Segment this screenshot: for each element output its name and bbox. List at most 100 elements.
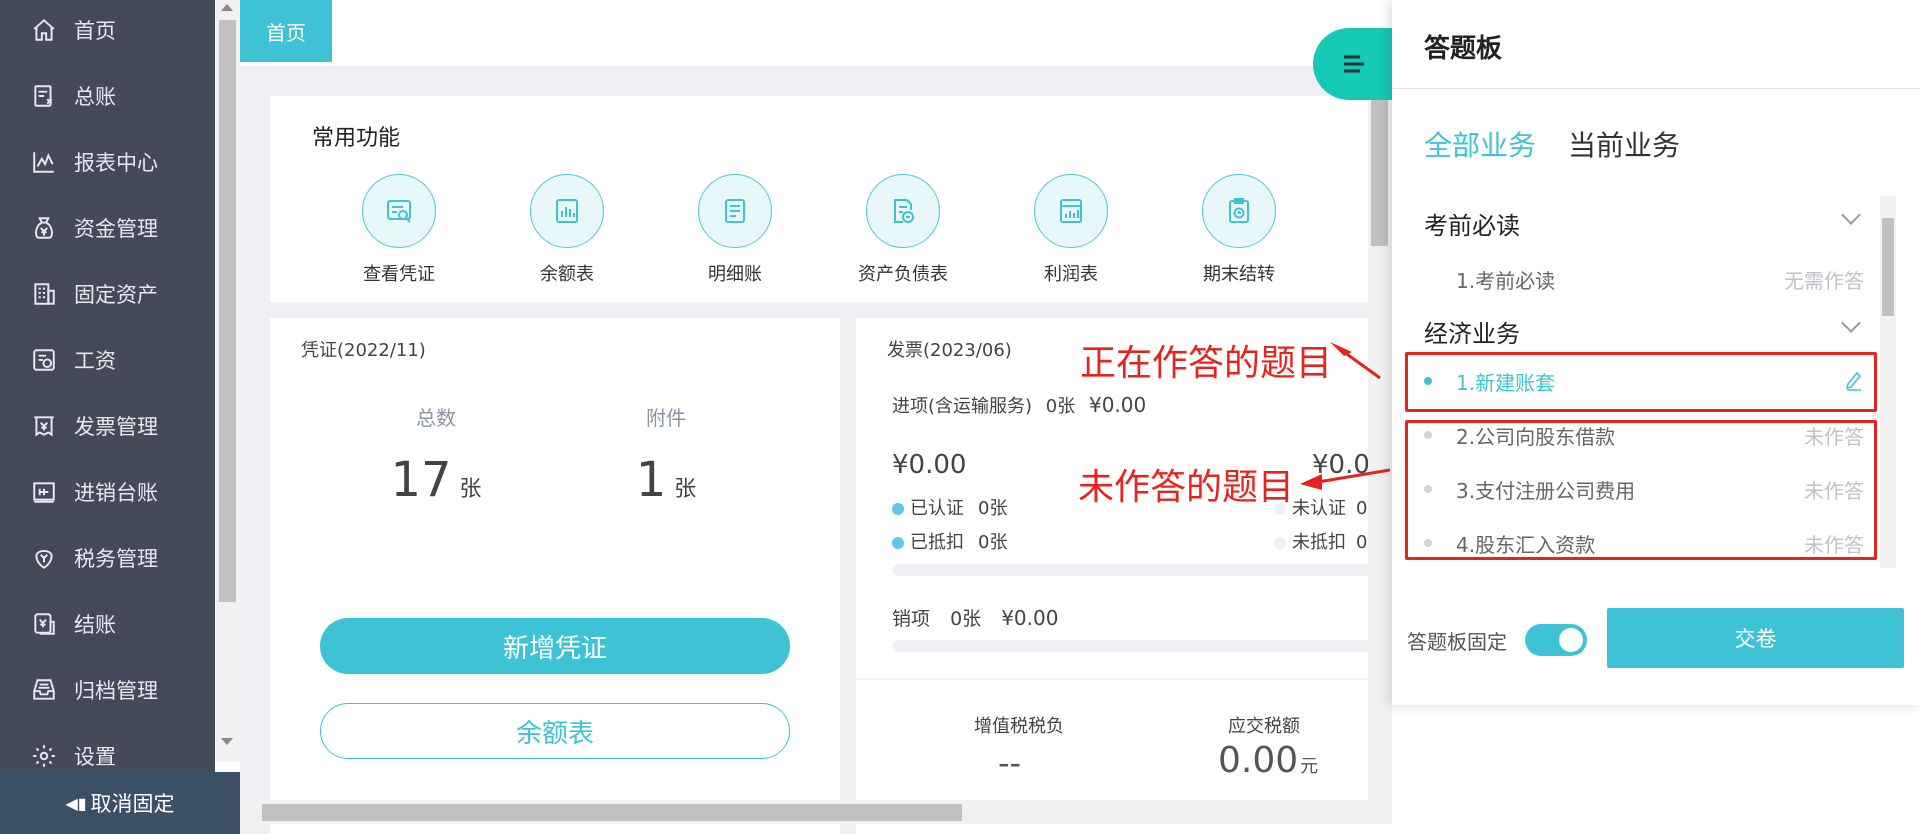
tab-bar: 首页 bbox=[240, 0, 1392, 66]
annotation-box-answering bbox=[1405, 352, 1877, 412]
voucher-card: 凭证(2022/11) 总数 附件 17 张 1张 新增凭证 余额表 bbox=[270, 318, 840, 834]
report-chart-icon bbox=[30, 148, 58, 176]
unpin-sidebar-button[interactable]: ◀▮ 取消固定 bbox=[0, 772, 240, 834]
section-title[interactable]: 考前必读 bbox=[1424, 206, 1520, 241]
chevron-down-icon[interactable] bbox=[1841, 205, 1861, 225]
main-content: 首页 常用功能 查看凭证 余额表 明细账 资产负债表 利润表 期末结转 凭证(2… bbox=[240, 0, 1392, 834]
sidebar-item-home[interactable]: 首页 bbox=[0, 0, 215, 60]
sidebar-item-reports[interactable]: 报表中心 bbox=[0, 132, 215, 192]
sidebar-item-salary[interactable]: 工资 bbox=[0, 330, 215, 390]
voucher-total-unit: 张 bbox=[459, 477, 482, 502]
tab-all-business[interactable]: 全部业务 bbox=[1424, 124, 1536, 164]
output-progress-bar bbox=[892, 640, 1392, 652]
profit-statement-icon bbox=[1034, 174, 1108, 248]
divider bbox=[856, 678, 1392, 680]
undeducted-row: 未抵扣 0 bbox=[1274, 528, 1367, 554]
section-title[interactable]: 经济业务 bbox=[1424, 314, 1520, 349]
voucher-total-value: 17 张 bbox=[356, 452, 516, 508]
sidebar-item-label: 税务管理 bbox=[74, 547, 158, 571]
quick-item-label: 查看凭证 bbox=[363, 264, 435, 285]
pin-panel-toggle[interactable] bbox=[1525, 624, 1587, 656]
sidebar-item-tax[interactable]: 税务管理 bbox=[0, 528, 215, 588]
quick-item-profit-statement[interactable]: 利润表 bbox=[1006, 174, 1136, 286]
voucher-total-number: 17 bbox=[390, 452, 452, 508]
voucher-attachment-number: 1 bbox=[635, 452, 667, 508]
quick-item-view-voucher[interactable]: 查看凭证 bbox=[334, 174, 464, 286]
input-invoice-count: 0张 bbox=[1045, 396, 1076, 417]
certified-row: 已认证 0张 bbox=[892, 494, 1007, 520]
sidebar-item-funds[interactable]: 资金管理 bbox=[0, 198, 215, 258]
undeducted-count: 0 bbox=[1356, 532, 1368, 553]
detail-ledger-icon bbox=[698, 174, 772, 248]
menu-icon bbox=[1344, 55, 1364, 73]
deducted-dot-icon bbox=[892, 537, 904, 549]
sidebar-item-checkout[interactable]: 结账 bbox=[0, 594, 215, 654]
sidebar-item-archive[interactable]: 归档管理 bbox=[0, 660, 215, 720]
quick-item-period-end[interactable]: 期末结转 bbox=[1174, 174, 1304, 286]
annotation-answering: 正在作答的题目 bbox=[1080, 343, 1333, 384]
input-progress-bar bbox=[892, 564, 1392, 576]
deducted-count: 0张 bbox=[978, 532, 1008, 553]
scrollbar-thumb[interactable] bbox=[219, 20, 236, 602]
sidebar-item-fixed-assets[interactable]: 固定资产 bbox=[0, 264, 215, 324]
gear-icon bbox=[30, 742, 58, 770]
invoice-icon bbox=[30, 412, 58, 440]
chevron-down-icon[interactable] bbox=[1841, 313, 1861, 333]
sidebar-item-label: 归档管理 bbox=[74, 679, 158, 703]
scroll-up-arrow-icon[interactable] bbox=[221, 4, 233, 11]
quick-item-balance-statement[interactable]: 资产负债表 bbox=[838, 174, 968, 286]
deducted-label: 已抵扣 bbox=[910, 532, 964, 553]
panel-scrollbar[interactable] bbox=[1880, 196, 1896, 568]
input-left-amount: ¥0.00 bbox=[892, 450, 967, 480]
vat-burden-value: -- bbox=[998, 744, 1022, 782]
main-horizontal-scrollbar[interactable] bbox=[240, 800, 1392, 824]
voucher-attachment-value: 1张 bbox=[586, 452, 746, 508]
toggle-knob bbox=[1559, 628, 1583, 652]
question-row[interactable]: 1.考前必读 无需作答 bbox=[1424, 253, 1864, 307]
sidebar-item-sales-ledger[interactable]: 进销台账 bbox=[0, 462, 215, 522]
invoice-card: 发票(2023/06) 进项(含运输服务) 0张 ¥0.00 ¥0.00 ¥0.… bbox=[856, 318, 1392, 834]
invoice-card-title: 发票(2023/06) bbox=[887, 340, 1012, 361]
annotation-unanswered: 未作答的题目 bbox=[1078, 467, 1295, 508]
input-invoice-label: 进项(含运输服务) bbox=[892, 396, 1033, 417]
quick-functions-title: 常用功能 bbox=[312, 126, 401, 151]
ledger-icon bbox=[30, 82, 58, 110]
main-vertical-scrollbar[interactable] bbox=[1368, 66, 1392, 800]
tab-current-business[interactable]: 当前业务 bbox=[1568, 124, 1680, 164]
scroll-down-arrow-icon[interactable] bbox=[221, 738, 233, 745]
scrollbar-thumb[interactable] bbox=[1882, 218, 1894, 316]
tab-home[interactable]: 首页 bbox=[240, 0, 332, 62]
quick-item-label: 资产负债表 bbox=[858, 264, 948, 285]
certified-dot-icon bbox=[892, 503, 904, 515]
sidebar-item-settings[interactable]: 设置 bbox=[0, 726, 215, 772]
sidebar: 首页 总账 报表中心 资金管理 固定资产 工资 发票管理 进销台账 税务管理 结… bbox=[0, 0, 215, 772]
sidebar-item-ledger[interactable]: 总账 bbox=[0, 66, 215, 126]
salary-icon bbox=[30, 346, 58, 374]
checkout-icon bbox=[30, 610, 58, 638]
sidebar-item-label: 结账 bbox=[74, 613, 116, 637]
scrollbar-thumb[interactable] bbox=[1371, 96, 1388, 246]
quick-item-label: 期末结转 bbox=[1203, 264, 1275, 285]
scrollbar-thumb[interactable] bbox=[262, 804, 962, 821]
sidebar-item-label: 资金管理 bbox=[74, 217, 158, 241]
uncertified-label: 未认证 bbox=[1292, 498, 1346, 519]
balance-sheet-button[interactable]: 余额表 bbox=[320, 703, 790, 759]
sidebar-item-invoices[interactable]: 发票管理 bbox=[0, 396, 215, 456]
voucher-card-title: 凭证(2022/11) bbox=[301, 340, 426, 361]
new-voucher-button[interactable]: 新增凭证 bbox=[320, 618, 790, 674]
voucher-attachment-unit: 张 bbox=[674, 477, 697, 502]
submit-exam-button[interactable]: 交卷 bbox=[1607, 608, 1904, 668]
sidebar-scrollbar[interactable] bbox=[215, 0, 240, 762]
answer-panel-toggle-button[interactable] bbox=[1313, 28, 1403, 100]
tax-payable-value: 0.00 元 bbox=[1218, 740, 1318, 781]
view-voucher-icon bbox=[362, 174, 436, 248]
quick-item-detail-ledger[interactable]: 明细账 bbox=[670, 174, 800, 286]
quick-item-balance-sheet[interactable]: 余额表 bbox=[502, 174, 632, 286]
sidebar-item-label: 设置 bbox=[74, 745, 116, 769]
sidebar-item-label: 进销台账 bbox=[74, 481, 158, 505]
sidebar-item-label: 固定资产 bbox=[74, 283, 158, 307]
pin-panel-label: 答题板固定 bbox=[1407, 630, 1507, 654]
unpin-label: 取消固定 bbox=[90, 792, 175, 816]
annotation-box-unanswered bbox=[1405, 420, 1877, 560]
certified-label: 已认证 bbox=[910, 498, 964, 519]
